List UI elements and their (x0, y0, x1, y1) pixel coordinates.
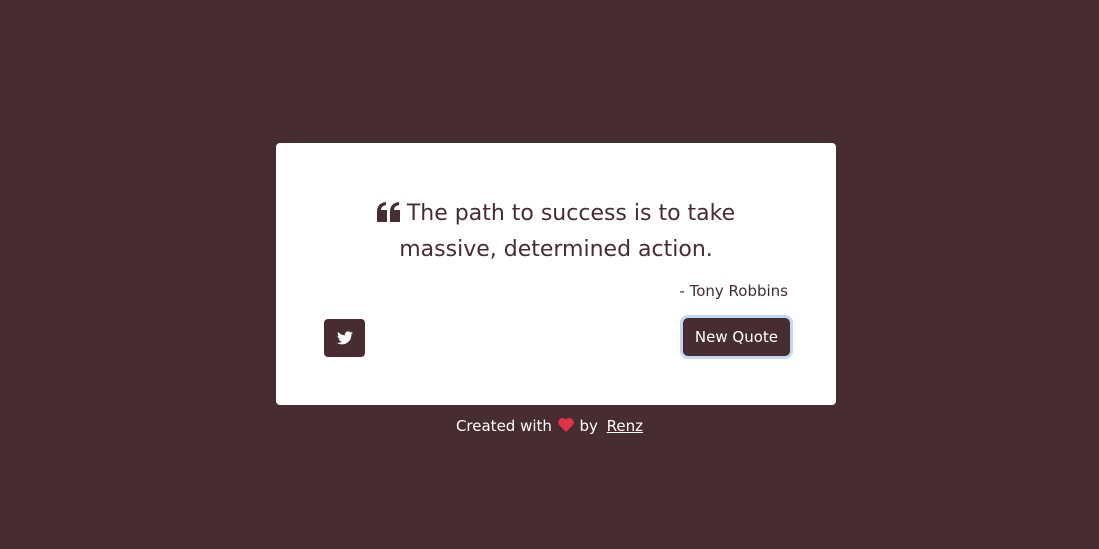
quote-text: The path to success is to take massive, … (399, 201, 736, 262)
quote-left-icon (376, 202, 400, 222)
heart-icon (557, 418, 574, 432)
tweet-button[interactable] (324, 319, 365, 357)
quote-text-block: The path to success is to take massive, … (356, 196, 756, 268)
footer-by: by (579, 417, 598, 435)
footer: Created with by Renz (0, 415, 1099, 437)
footer-prefix: Created with (455, 417, 552, 435)
twitter-icon (336, 331, 353, 345)
footer-author-link[interactable]: Renz (607, 417, 643, 435)
quote-box: The path to success is to take massive, … (276, 143, 836, 405)
new-quote-button[interactable]: New Quote (682, 318, 790, 356)
quote-author: - Tony Robbins (679, 282, 788, 300)
